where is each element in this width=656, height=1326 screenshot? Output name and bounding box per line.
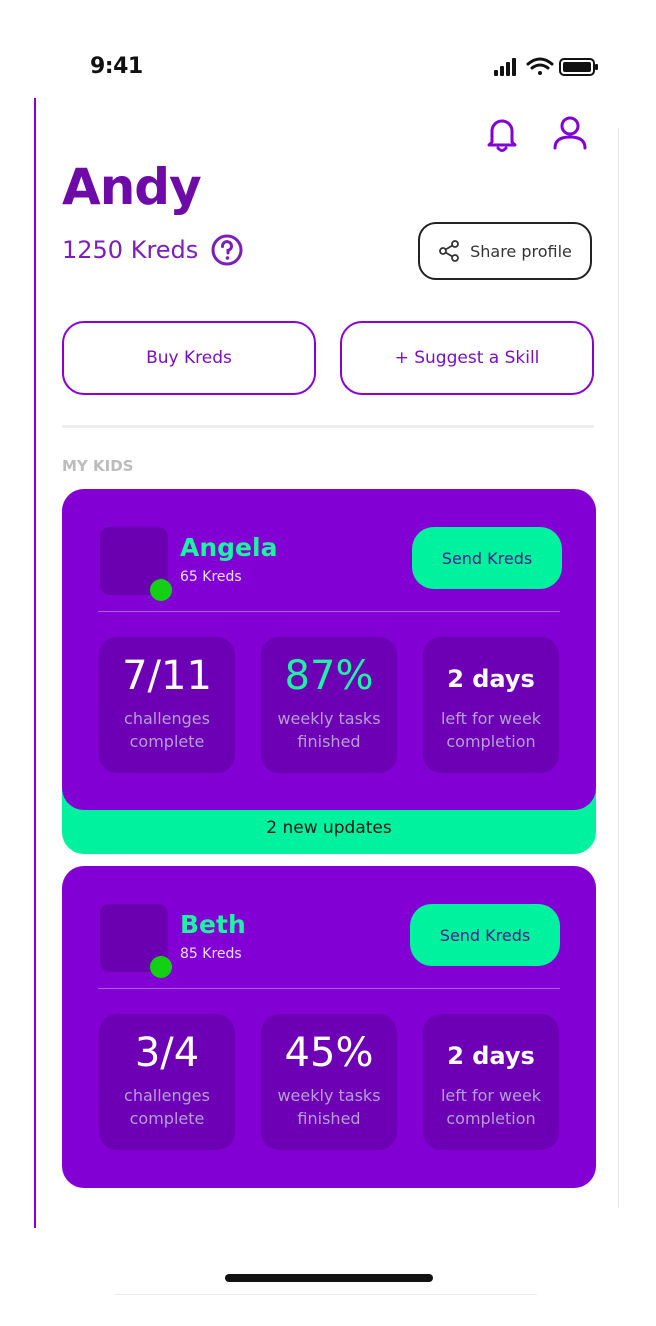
section-label: MY KIDS: [62, 457, 134, 475]
stat-days-left: 2 days left for week completion: [423, 1014, 559, 1150]
stat-caption-line1: weekly tasks: [277, 1086, 381, 1105]
profile-icon[interactable]: [551, 114, 589, 154]
suggest-skill-button[interactable]: + Suggest a Skill: [340, 321, 594, 395]
stat-value: 87%: [284, 653, 374, 699]
stat-caption-line2: finished: [297, 732, 361, 751]
device-frame-edge: [34, 98, 36, 1228]
stat-caption: weekly tasks finished: [267, 1084, 391, 1130]
stat-caption-line2: completion: [446, 732, 536, 751]
share-profile-button[interactable]: Share profile: [418, 222, 592, 280]
status-icons: [494, 57, 598, 76]
home-indicator[interactable]: [225, 1274, 433, 1282]
stat-value: 2 days: [447, 665, 535, 693]
stat-challenges: 3/4 challenges complete: [99, 1014, 235, 1150]
page-title: Andy: [62, 158, 202, 216]
updates-text[interactable]: 2 new updates: [62, 818, 596, 838]
stat-caption: weekly tasks finished: [267, 707, 391, 753]
share-icon: [439, 240, 459, 262]
online-status-dot: [150, 579, 172, 601]
stat-caption: challenges complete: [105, 707, 229, 753]
wifi-icon: [526, 57, 554, 75]
stat-value: 45%: [284, 1030, 374, 1076]
card-divider: [98, 611, 560, 612]
buy-kreds-button[interactable]: Buy Kreds: [62, 321, 316, 395]
stat-caption: left for week completion: [429, 707, 553, 753]
online-status-dot: [150, 956, 172, 978]
bell-icon[interactable]: [484, 114, 520, 154]
kid-card[interactable]: Angela 65 Kreds Send Kreds 7/11 challeng…: [62, 489, 596, 810]
battery-icon: [559, 58, 598, 76]
stat-caption-line2: completion: [446, 1109, 536, 1128]
stat-caption-line2: complete: [129, 732, 205, 751]
kid-kreds: 65 Kreds: [180, 569, 242, 585]
stat-caption-line1: left for week: [440, 1086, 542, 1105]
stat-caption-line2: complete: [129, 1109, 205, 1128]
stat-caption-line1: left for week: [440, 709, 542, 728]
share-profile-label: Share profile: [470, 241, 572, 261]
send-kreds-button[interactable]: Send Kreds: [412, 527, 562, 589]
stat-value: 7/11: [122, 653, 212, 699]
status-time: 9:41: [90, 54, 143, 79]
stat-challenges: 7/11 challenges complete: [99, 637, 235, 773]
send-kreds-button[interactable]: Send Kreds: [410, 904, 560, 966]
stat-days-left: 2 days left for week completion: [423, 637, 559, 773]
stat-value: 3/4: [134, 1030, 200, 1076]
divider: [62, 425, 594, 428]
stat-caption-line1: challenges: [124, 709, 210, 728]
signal-icon: [494, 58, 516, 76]
kid-card[interactable]: Beth 85 Kreds Send Kreds 3/4 challenges …: [62, 866, 596, 1188]
stat-caption-line1: challenges: [124, 1086, 210, 1105]
stat-caption-line1: weekly tasks: [277, 709, 381, 728]
help-icon[interactable]: [211, 234, 243, 266]
kreds-balance: 1250 Kreds: [62, 236, 199, 264]
stat-weekly-tasks: 45% weekly tasks finished: [261, 1014, 397, 1150]
kid-name: Beth: [180, 910, 246, 939]
kid-name: Angela: [180, 533, 278, 562]
stat-caption: challenges complete: [105, 1084, 229, 1130]
stat-caption: left for week completion: [429, 1084, 553, 1130]
stat-caption-line2: finished: [297, 1109, 361, 1128]
kid-kreds: 85 Kreds: [180, 946, 242, 962]
device-frame-bottom: [115, 1294, 537, 1295]
card-divider: [98, 988, 560, 989]
stat-weekly-tasks: 87% weekly tasks finished: [261, 637, 397, 773]
device-frame-edge-right: [618, 128, 619, 1208]
stat-value: 2 days: [447, 1042, 535, 1070]
